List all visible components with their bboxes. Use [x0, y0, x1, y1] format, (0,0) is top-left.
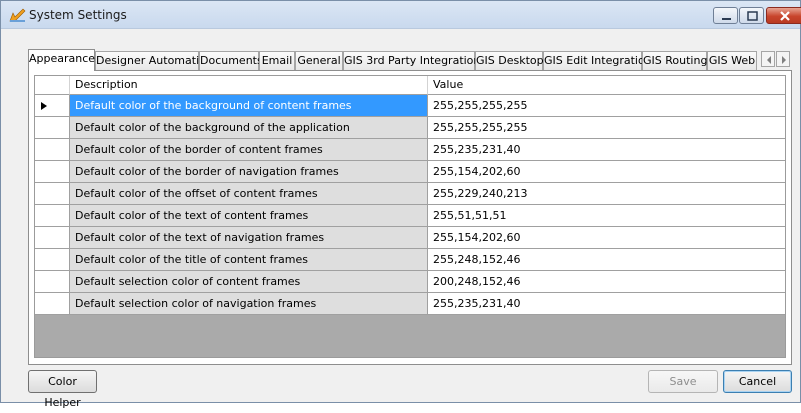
table-row[interactable]: Default selection color of navigation fr…: [35, 293, 785, 315]
table-row[interactable]: Default selection color of content frame…: [35, 271, 785, 293]
description-cell[interactable]: Default selection color of content frame…: [70, 271, 428, 293]
row-header[interactable]: [35, 139, 70, 161]
description-cell[interactable]: Default color of the text of navigation …: [70, 227, 428, 249]
description-cell[interactable]: Default color of the offset of content f…: [70, 183, 428, 205]
chevron-left-icon: [767, 56, 771, 64]
minimize-button[interactable]: [713, 7, 738, 24]
value-cell[interactable]: 255,235,231,40: [428, 293, 785, 315]
description-cell[interactable]: Default color of the title of content fr…: [70, 249, 428, 271]
row-header[interactable]: [35, 183, 70, 205]
value-cell[interactable]: 255,51,51,51: [428, 205, 785, 227]
settings-grid[interactable]: Description Value Default color of the b…: [34, 75, 786, 358]
row-header[interactable]: [35, 271, 70, 293]
tab-gis-desktop[interactable]: GIS Desktop: [475, 51, 544, 70]
tab-scroll-left-button[interactable]: [761, 51, 775, 67]
value-cell[interactable]: 255,255,255,255: [428, 95, 785, 117]
value-cell[interactable]: 255,154,202,60: [428, 227, 785, 249]
table-row[interactable]: Default color of the offset of content f…: [35, 183, 785, 205]
row-header[interactable]: [35, 161, 70, 183]
settings-tabs: Appearance Designer Automation Documents…: [28, 49, 798, 71]
close-icon: [780, 11, 790, 21]
column-header-description[interactable]: Description: [70, 76, 428, 95]
description-cell[interactable]: Default color of the text of content fra…: [70, 205, 428, 227]
description-cell[interactable]: Default color of the background of the a…: [70, 117, 428, 139]
value-cell[interactable]: 200,248,152,46: [428, 271, 785, 293]
description-cell[interactable]: Default color of the border of navigatio…: [70, 161, 428, 183]
description-cell[interactable]: Default selection color of navigation fr…: [70, 293, 428, 315]
value-cell[interactable]: 255,154,202,60: [428, 161, 785, 183]
row-header-column-header[interactable]: [35, 76, 70, 95]
table-row[interactable]: Default color of the border of content f…: [35, 139, 785, 161]
tab-gis-routing[interactable]: GIS Routing: [642, 51, 707, 70]
window-title: System Settings: [29, 8, 127, 22]
tab-scroll-right-button[interactable]: [776, 51, 790, 67]
table-row[interactable]: Default color of the title of content fr…: [35, 249, 785, 271]
app-icon: [9, 8, 26, 22]
table-row[interactable]: Default color of the border of navigatio…: [35, 161, 785, 183]
table-row[interactable]: Default color of the text of navigation …: [35, 227, 785, 249]
tab-appearance[interactable]: Appearance: [28, 49, 95, 71]
chevron-right-icon: [782, 56, 786, 64]
description-cell[interactable]: Default color of the background of conte…: [70, 95, 428, 117]
row-header[interactable]: [35, 205, 70, 227]
tab-general[interactable]: General: [295, 51, 343, 70]
maximize-button[interactable]: [739, 7, 764, 24]
tab-documents[interactable]: Documents: [199, 51, 263, 70]
row-header[interactable]: [35, 293, 70, 315]
save-button[interactable]: Save: [648, 370, 718, 393]
minimize-icon: [722, 18, 731, 20]
value-cell[interactable]: 255,248,152,46: [428, 249, 785, 271]
maximize-icon: [747, 11, 758, 21]
value-cell[interactable]: 255,235,231,40: [428, 139, 785, 161]
value-cell[interactable]: 255,255,255,255: [428, 117, 785, 139]
tab-designer-automation[interactable]: Designer Automation: [95, 51, 213, 70]
tab-gis-edit-integration[interactable]: GIS Edit Integration: [543, 51, 652, 70]
grid-header: Description Value: [35, 76, 785, 95]
row-header[interactable]: [35, 227, 70, 249]
color-helper-button[interactable]: Color Helper: [28, 370, 97, 409]
description-cell[interactable]: Default color of the border of content f…: [70, 139, 428, 161]
table-row[interactable]: Default color of the background of conte…: [35, 95, 785, 117]
row-header[interactable]: [35, 117, 70, 139]
value-cell[interactable]: 255,229,240,213: [428, 183, 785, 205]
title-bar[interactable]: System Settings: [1, 1, 801, 29]
row-header[interactable]: [35, 95, 70, 117]
close-button[interactable]: [766, 7, 801, 24]
tab-email[interactable]: Email: [259, 51, 295, 70]
table-row[interactable]: Default color of the text of content fra…: [35, 205, 785, 227]
current-row-indicator-icon: [41, 102, 47, 110]
system-settings-window: System Settings Appearance Designer Auto…: [0, 0, 801, 409]
tab-gis-3rd-party-integrations[interactable]: GIS 3rd Party Integrations: [343, 51, 486, 70]
column-header-value[interactable]: Value: [428, 76, 785, 95]
cancel-button[interactable]: Cancel: [723, 370, 792, 393]
row-header[interactable]: [35, 249, 70, 271]
table-row[interactable]: Default color of the background of the a…: [35, 117, 785, 139]
tab-gis-web[interactable]: GIS Web: [707, 51, 757, 70]
appearance-tab-panel: Description Value Default color of the b…: [28, 70, 792, 365]
